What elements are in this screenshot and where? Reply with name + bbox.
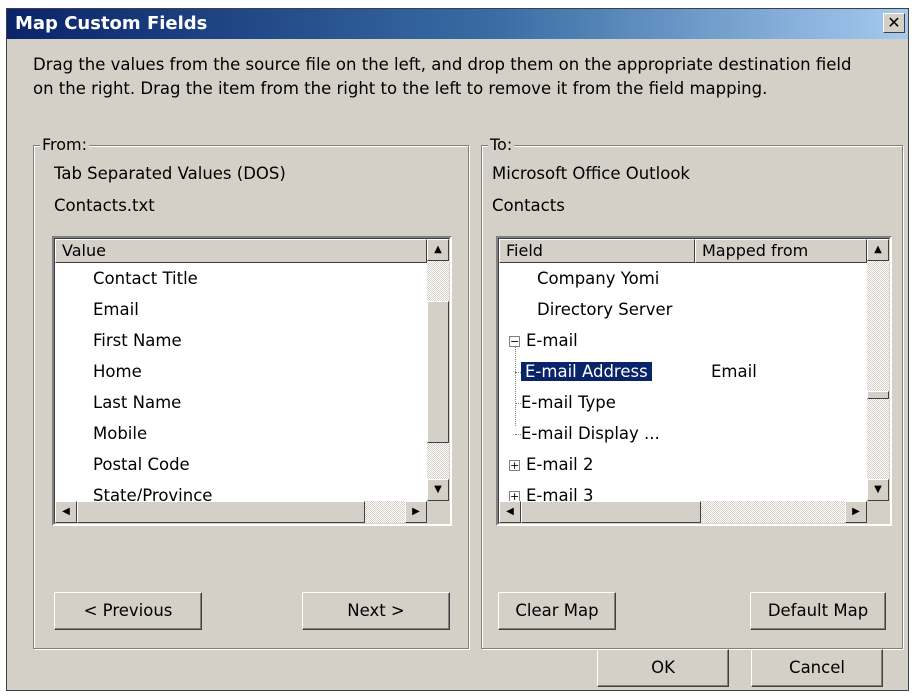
close-icon[interactable]: ✕: [883, 13, 905, 33]
tree-item[interactable]: E-mail Type: [521, 387, 616, 418]
cancel-button[interactable]: Cancel: [751, 649, 883, 687]
list-item[interactable]: Mobile: [93, 418, 147, 449]
destination-fields-tree[interactable]: Field Mapped from Company Yomi Directory …: [496, 236, 892, 526]
tree-item-label: E-mail Address: [520, 361, 653, 382]
scroll-corner: [427, 501, 449, 523]
list-item[interactable]: Postal Code: [93, 449, 190, 480]
next-button[interactable]: Next >: [302, 592, 450, 630]
source-hscroll-thumb[interactable]: [77, 501, 365, 523]
tree-item[interactable]: Directory Server: [537, 294, 672, 325]
scroll-down-arrow-icon[interactable]: ▼: [427, 479, 449, 501]
scroll-corner: [867, 501, 889, 523]
dest-app: Microsoft Office Outlook: [492, 164, 690, 183]
default-map-button[interactable]: Default Map: [750, 592, 886, 630]
clear-map-button[interactable]: Clear Map: [498, 592, 616, 630]
dialog-title: Map Custom Fields: [15, 13, 208, 34]
tree-item-label: Company Yomi: [537, 269, 660, 288]
column-header-value[interactable]: Value: [55, 239, 427, 263]
source-type: Tab Separated Values (DOS): [54, 164, 286, 183]
list-item[interactable]: Contact Title: [93, 263, 198, 294]
scroll-up-arrow-icon[interactable]: ▲: [867, 239, 889, 261]
list-item[interactable]: Home: [93, 356, 142, 387]
list-item[interactable]: First Name: [93, 325, 182, 356]
tree-item[interactable]: E-mail Display ...: [521, 418, 660, 449]
source-vertical-scrollbar[interactable]: ▲ ▼: [427, 239, 449, 501]
instructions: Drag the values from the source file on …: [33, 53, 893, 101]
from-group: From: Tab Separated Values (DOS) Contact…: [33, 135, 469, 649]
column-header-mapped-from[interactable]: Mapped from: [695, 239, 867, 263]
source-values-list[interactable]: Value Contact Title Email First Name Home La…: [52, 236, 452, 526]
dest-hscroll-thumb[interactable]: [521, 501, 701, 523]
source-horizontal-scrollbar[interactable]: ◀ ▶: [55, 501, 427, 523]
to-legend: To:: [488, 135, 515, 154]
dest-vertical-scrollbar[interactable]: ▲ ▼: [867, 239, 889, 501]
tree-item[interactable]: Company Yomi: [537, 263, 659, 294]
source-file: Contacts.txt: [54, 196, 155, 215]
tree-item[interactable]: E-mail Address: [520, 356, 653, 387]
tree-item-label: E-mail Display ...: [521, 424, 660, 443]
tree-item[interactable]: + E-mail 2: [509, 449, 593, 480]
scroll-right-arrow-icon[interactable]: ▶: [845, 501, 867, 523]
tree-item-label: E-mail: [526, 331, 578, 350]
tree-item-label: E-mail Type: [521, 393, 616, 412]
previous-button[interactable]: < Previous: [54, 592, 202, 630]
tree-item-label: E-mail 2: [526, 455, 594, 474]
source-vscroll-thumb[interactable]: [427, 301, 449, 443]
list-item[interactable]: Email: [93, 294, 139, 325]
tree-item[interactable]: − E-mail: [509, 325, 578, 356]
scroll-left-arrow-icon[interactable]: ◀: [499, 501, 521, 523]
column-header-field[interactable]: Field: [499, 239, 695, 263]
list-item[interactable]: Last Name: [93, 387, 181, 418]
tree-connector: [515, 434, 521, 435]
expand-icon[interactable]: +: [509, 460, 520, 471]
dest-horizontal-scrollbar[interactable]: ◀ ▶: [499, 501, 867, 523]
from-legend: From:: [40, 135, 90, 154]
tree-connector: [515, 347, 516, 426]
map-custom-fields-dialog: Map Custom Fields ✕ Drag the values from…: [6, 8, 909, 691]
scroll-left-arrow-icon[interactable]: ◀: [55, 501, 77, 523]
instructions-line-2: on the right. Drag the item from the rig…: [33, 79, 768, 98]
scroll-right-arrow-icon[interactable]: ▶: [405, 501, 427, 523]
to-group: To: Microsoft Office Outlook Contacts Fi…: [481, 135, 903, 649]
title-bar[interactable]: Map Custom Fields ✕: [7, 9, 908, 39]
dest-folder: Contacts: [492, 196, 565, 215]
collapse-icon[interactable]: −: [509, 336, 520, 347]
scroll-up-arrow-icon[interactable]: ▲: [427, 239, 449, 261]
instructions-line-1: Drag the values from the source file on …: [33, 55, 852, 74]
tree-item-label: Directory Server: [537, 300, 673, 319]
dest-vscroll-thumb[interactable]: [867, 391, 889, 399]
scroll-down-arrow-icon[interactable]: ▼: [867, 479, 889, 501]
ok-button[interactable]: OK: [597, 649, 729, 687]
mapped-from-value: Email: [711, 362, 757, 381]
